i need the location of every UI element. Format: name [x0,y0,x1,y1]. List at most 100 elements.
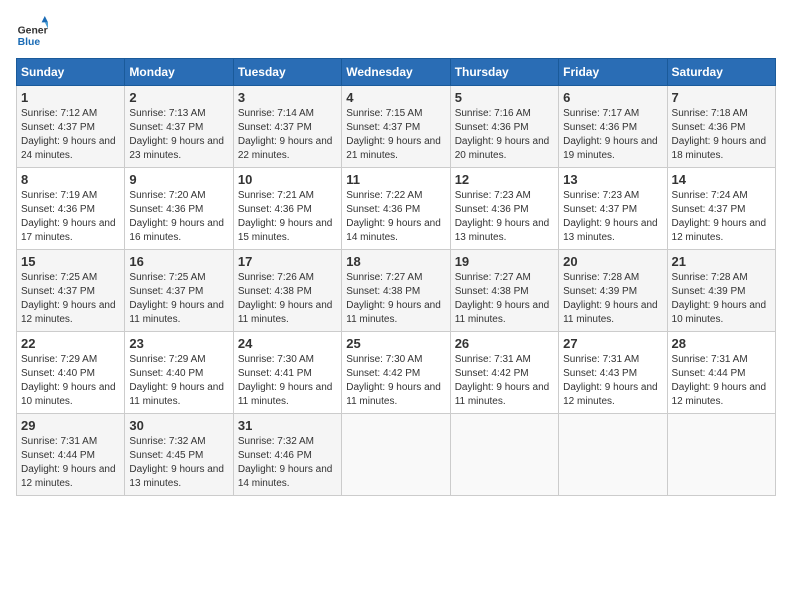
day-cell: 17 Sunrise: 7:26 AM Sunset: 4:38 PM Dayl… [233,250,341,332]
day-detail: Sunrise: 7:22 AM Sunset: 4:36 PM Dayligh… [346,189,445,245]
day-header-saturday: Saturday [667,59,775,86]
day-detail: Sunrise: 7:25 AM Sunset: 4:37 PM Dayligh… [21,271,120,327]
day-number: 6 [563,90,662,105]
day-number: 20 [563,254,662,269]
day-detail: Sunrise: 7:28 AM Sunset: 4:39 PM Dayligh… [563,271,662,327]
day-cell: 14 Sunrise: 7:24 AM Sunset: 4:37 PM Dayl… [667,168,775,250]
day-cell: 29 Sunrise: 7:31 AM Sunset: 4:44 PM Dayl… [17,414,125,496]
day-cell: 26 Sunrise: 7:31 AM Sunset: 4:42 PM Dayl… [450,332,558,414]
day-number: 18 [346,254,445,269]
calendar-table: SundayMondayTuesdayWednesdayThursdayFrid… [16,58,776,496]
day-detail: Sunrise: 7:26 AM Sunset: 4:38 PM Dayligh… [238,271,337,327]
day-detail: Sunrise: 7:25 AM Sunset: 4:37 PM Dayligh… [129,271,228,327]
page-header: General Blue [16,16,776,48]
day-cell: 20 Sunrise: 7:28 AM Sunset: 4:39 PM Dayl… [559,250,667,332]
day-cell: 9 Sunrise: 7:20 AM Sunset: 4:36 PM Dayli… [125,168,233,250]
day-number: 4 [346,90,445,105]
day-detail: Sunrise: 7:31 AM Sunset: 4:44 PM Dayligh… [672,353,771,409]
day-detail: Sunrise: 7:31 AM Sunset: 4:42 PM Dayligh… [455,353,554,409]
day-cell: 18 Sunrise: 7:27 AM Sunset: 4:38 PM Dayl… [342,250,450,332]
day-detail: Sunrise: 7:16 AM Sunset: 4:36 PM Dayligh… [455,107,554,163]
day-cell [559,414,667,496]
day-cell: 8 Sunrise: 7:19 AM Sunset: 4:36 PM Dayli… [17,168,125,250]
day-detail: Sunrise: 7:12 AM Sunset: 4:37 PM Dayligh… [21,107,120,163]
day-cell: 22 Sunrise: 7:29 AM Sunset: 4:40 PM Dayl… [17,332,125,414]
day-number: 24 [238,336,337,351]
svg-text:Blue: Blue [18,37,41,48]
day-number: 13 [563,172,662,187]
day-detail: Sunrise: 7:31 AM Sunset: 4:43 PM Dayligh… [563,353,662,409]
day-cell: 2 Sunrise: 7:13 AM Sunset: 4:37 PM Dayli… [125,86,233,168]
day-detail: Sunrise: 7:14 AM Sunset: 4:37 PM Dayligh… [238,107,337,163]
day-number: 11 [346,172,445,187]
header-row: SundayMondayTuesdayWednesdayThursdayFrid… [17,59,776,86]
day-number: 5 [455,90,554,105]
day-detail: Sunrise: 7:29 AM Sunset: 4:40 PM Dayligh… [21,353,120,409]
day-header-thursday: Thursday [450,59,558,86]
day-cell: 12 Sunrise: 7:23 AM Sunset: 4:36 PM Dayl… [450,168,558,250]
day-number: 19 [455,254,554,269]
svg-text:General: General [18,26,48,37]
day-cell: 4 Sunrise: 7:15 AM Sunset: 4:37 PM Dayli… [342,86,450,168]
day-detail: Sunrise: 7:18 AM Sunset: 4:36 PM Dayligh… [672,107,771,163]
day-header-tuesday: Tuesday [233,59,341,86]
day-detail: Sunrise: 7:31 AM Sunset: 4:44 PM Dayligh… [21,435,120,491]
day-number: 26 [455,336,554,351]
day-cell: 7 Sunrise: 7:18 AM Sunset: 4:36 PM Dayli… [667,86,775,168]
day-header-friday: Friday [559,59,667,86]
day-detail: Sunrise: 7:20 AM Sunset: 4:36 PM Dayligh… [129,189,228,245]
day-cell: 11 Sunrise: 7:22 AM Sunset: 4:36 PM Dayl… [342,168,450,250]
day-cell: 13 Sunrise: 7:23 AM Sunset: 4:37 PM Dayl… [559,168,667,250]
day-detail: Sunrise: 7:29 AM Sunset: 4:40 PM Dayligh… [129,353,228,409]
day-number: 14 [672,172,771,187]
day-detail: Sunrise: 7:28 AM Sunset: 4:39 PM Dayligh… [672,271,771,327]
day-detail: Sunrise: 7:15 AM Sunset: 4:37 PM Dayligh… [346,107,445,163]
week-row-4: 29 Sunrise: 7:31 AM Sunset: 4:44 PM Dayl… [17,414,776,496]
day-cell: 1 Sunrise: 7:12 AM Sunset: 4:37 PM Dayli… [17,86,125,168]
week-row-3: 22 Sunrise: 7:29 AM Sunset: 4:40 PM Dayl… [17,332,776,414]
day-number: 25 [346,336,445,351]
day-number: 3 [238,90,337,105]
day-number: 29 [21,418,120,433]
day-number: 17 [238,254,337,269]
day-detail: Sunrise: 7:24 AM Sunset: 4:37 PM Dayligh… [672,189,771,245]
day-cell [342,414,450,496]
day-number: 2 [129,90,228,105]
day-cell: 27 Sunrise: 7:31 AM Sunset: 4:43 PM Dayl… [559,332,667,414]
day-detail: Sunrise: 7:13 AM Sunset: 4:37 PM Dayligh… [129,107,228,163]
day-cell [667,414,775,496]
day-number: 31 [238,418,337,433]
day-number: 10 [238,172,337,187]
day-cell: 15 Sunrise: 7:25 AM Sunset: 4:37 PM Dayl… [17,250,125,332]
logo: General Blue [16,16,52,48]
day-number: 16 [129,254,228,269]
day-detail: Sunrise: 7:19 AM Sunset: 4:36 PM Dayligh… [21,189,120,245]
week-row-0: 1 Sunrise: 7:12 AM Sunset: 4:37 PM Dayli… [17,86,776,168]
day-cell: 19 Sunrise: 7:27 AM Sunset: 4:38 PM Dayl… [450,250,558,332]
day-cell: 3 Sunrise: 7:14 AM Sunset: 4:37 PM Dayli… [233,86,341,168]
day-cell: 10 Sunrise: 7:21 AM Sunset: 4:36 PM Dayl… [233,168,341,250]
day-cell: 16 Sunrise: 7:25 AM Sunset: 4:37 PM Dayl… [125,250,233,332]
day-header-monday: Monday [125,59,233,86]
day-detail: Sunrise: 7:27 AM Sunset: 4:38 PM Dayligh… [346,271,445,327]
day-detail: Sunrise: 7:21 AM Sunset: 4:36 PM Dayligh… [238,189,337,245]
day-number: 22 [21,336,120,351]
day-cell: 6 Sunrise: 7:17 AM Sunset: 4:36 PM Dayli… [559,86,667,168]
day-header-wednesday: Wednesday [342,59,450,86]
day-detail: Sunrise: 7:32 AM Sunset: 4:45 PM Dayligh… [129,435,228,491]
day-cell: 5 Sunrise: 7:16 AM Sunset: 4:36 PM Dayli… [450,86,558,168]
day-cell: 25 Sunrise: 7:30 AM Sunset: 4:42 PM Dayl… [342,332,450,414]
day-number: 12 [455,172,554,187]
day-cell: 21 Sunrise: 7:28 AM Sunset: 4:39 PM Dayl… [667,250,775,332]
day-detail: Sunrise: 7:32 AM Sunset: 4:46 PM Dayligh… [238,435,337,491]
day-detail: Sunrise: 7:27 AM Sunset: 4:38 PM Dayligh… [455,271,554,327]
day-detail: Sunrise: 7:23 AM Sunset: 4:36 PM Dayligh… [455,189,554,245]
day-cell: 31 Sunrise: 7:32 AM Sunset: 4:46 PM Dayl… [233,414,341,496]
day-cell: 24 Sunrise: 7:30 AM Sunset: 4:41 PM Dayl… [233,332,341,414]
day-number: 7 [672,90,771,105]
day-number: 9 [129,172,228,187]
day-number: 28 [672,336,771,351]
day-detail: Sunrise: 7:17 AM Sunset: 4:36 PM Dayligh… [563,107,662,163]
day-number: 30 [129,418,228,433]
day-number: 21 [672,254,771,269]
